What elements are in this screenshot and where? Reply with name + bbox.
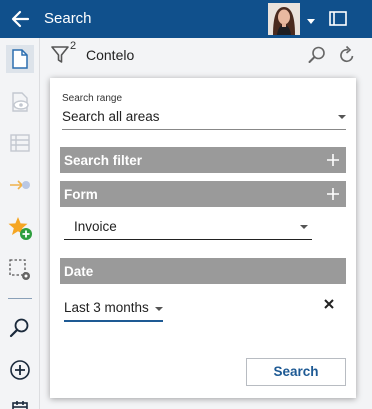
form-value: Invoice (74, 219, 117, 234)
back-button[interactable] (8, 8, 32, 30)
sidebar-item-calendar[interactable] (6, 394, 34, 409)
run-search-button[interactable] (307, 45, 327, 65)
app-header: Search (0, 0, 372, 38)
search-range-label: Search range (62, 93, 123, 104)
filter-icon (51, 46, 69, 63)
avatar[interactable] (268, 3, 300, 35)
search-button[interactable]: Search (246, 358, 346, 386)
clear-date-button[interactable] (322, 297, 336, 311)
user-menu-toggle[interactable] (306, 13, 316, 31)
date-range-value: Last 3 months (64, 300, 149, 315)
arrow-left-icon (11, 10, 30, 28)
filter-count-badge: 2 (70, 40, 77, 52)
sidebar-item-favorites[interactable] (6, 214, 34, 242)
date-heading: Date (64, 264, 94, 279)
sidebar-item-preview[interactable] (6, 88, 34, 116)
document-icon (12, 49, 28, 69)
search-icon (9, 318, 29, 338)
add-favorite-icon (8, 217, 32, 240)
form-select[interactable]: Invoice (64, 214, 312, 240)
plus-icon (327, 154, 339, 166)
selection-settings-icon (9, 259, 30, 280)
preview-icon (12, 92, 29, 112)
search-filter-section[interactable]: Search filter (60, 147, 346, 173)
chevron-down-icon (338, 115, 346, 119)
reset-button[interactable] (337, 45, 357, 65)
magnifier-icon (308, 46, 325, 63)
search-filter-heading: Search filter (64, 153, 143, 168)
sidebar (0, 38, 40, 409)
window-button[interactable] (329, 11, 347, 26)
form-section[interactable]: Form (60, 181, 346, 207)
chevron-down-icon (155, 307, 163, 311)
plus-icon (327, 188, 339, 200)
chevron-down-icon (300, 225, 308, 229)
chevron-down-icon (307, 19, 315, 24)
close-icon (324, 299, 334, 309)
date-range-select[interactable]: Last 3 months (64, 296, 163, 322)
search-input[interactable]: Contelo (86, 47, 134, 63)
sidebar-item-list[interactable] (6, 129, 34, 157)
sidebar-item-selection-settings[interactable] (6, 256, 34, 284)
search-bar: 2 Contelo (40, 38, 372, 72)
list-icon (10, 134, 30, 152)
sidebar-divider (8, 298, 32, 299)
search-filter-panel: Search range Search all areas Search fil… (50, 78, 356, 398)
search-range-select[interactable]: Search all areas (62, 106, 346, 130)
send-icon (10, 180, 30, 190)
calendar-icon (12, 401, 28, 409)
page-title: Search (44, 10, 92, 27)
add-icon (10, 360, 30, 380)
reset-icon (340, 45, 354, 63)
date-section: Date (60, 258, 346, 284)
sidebar-item-add[interactable] (6, 356, 34, 384)
sidebar-item-document[interactable] (6, 45, 34, 73)
form-heading: Form (64, 187, 98, 202)
sidebar-item-search[interactable] (6, 314, 34, 342)
window-icon (329, 11, 347, 26)
search-range-value: Search all areas (62, 109, 160, 124)
sidebar-item-send[interactable] (6, 171, 34, 199)
